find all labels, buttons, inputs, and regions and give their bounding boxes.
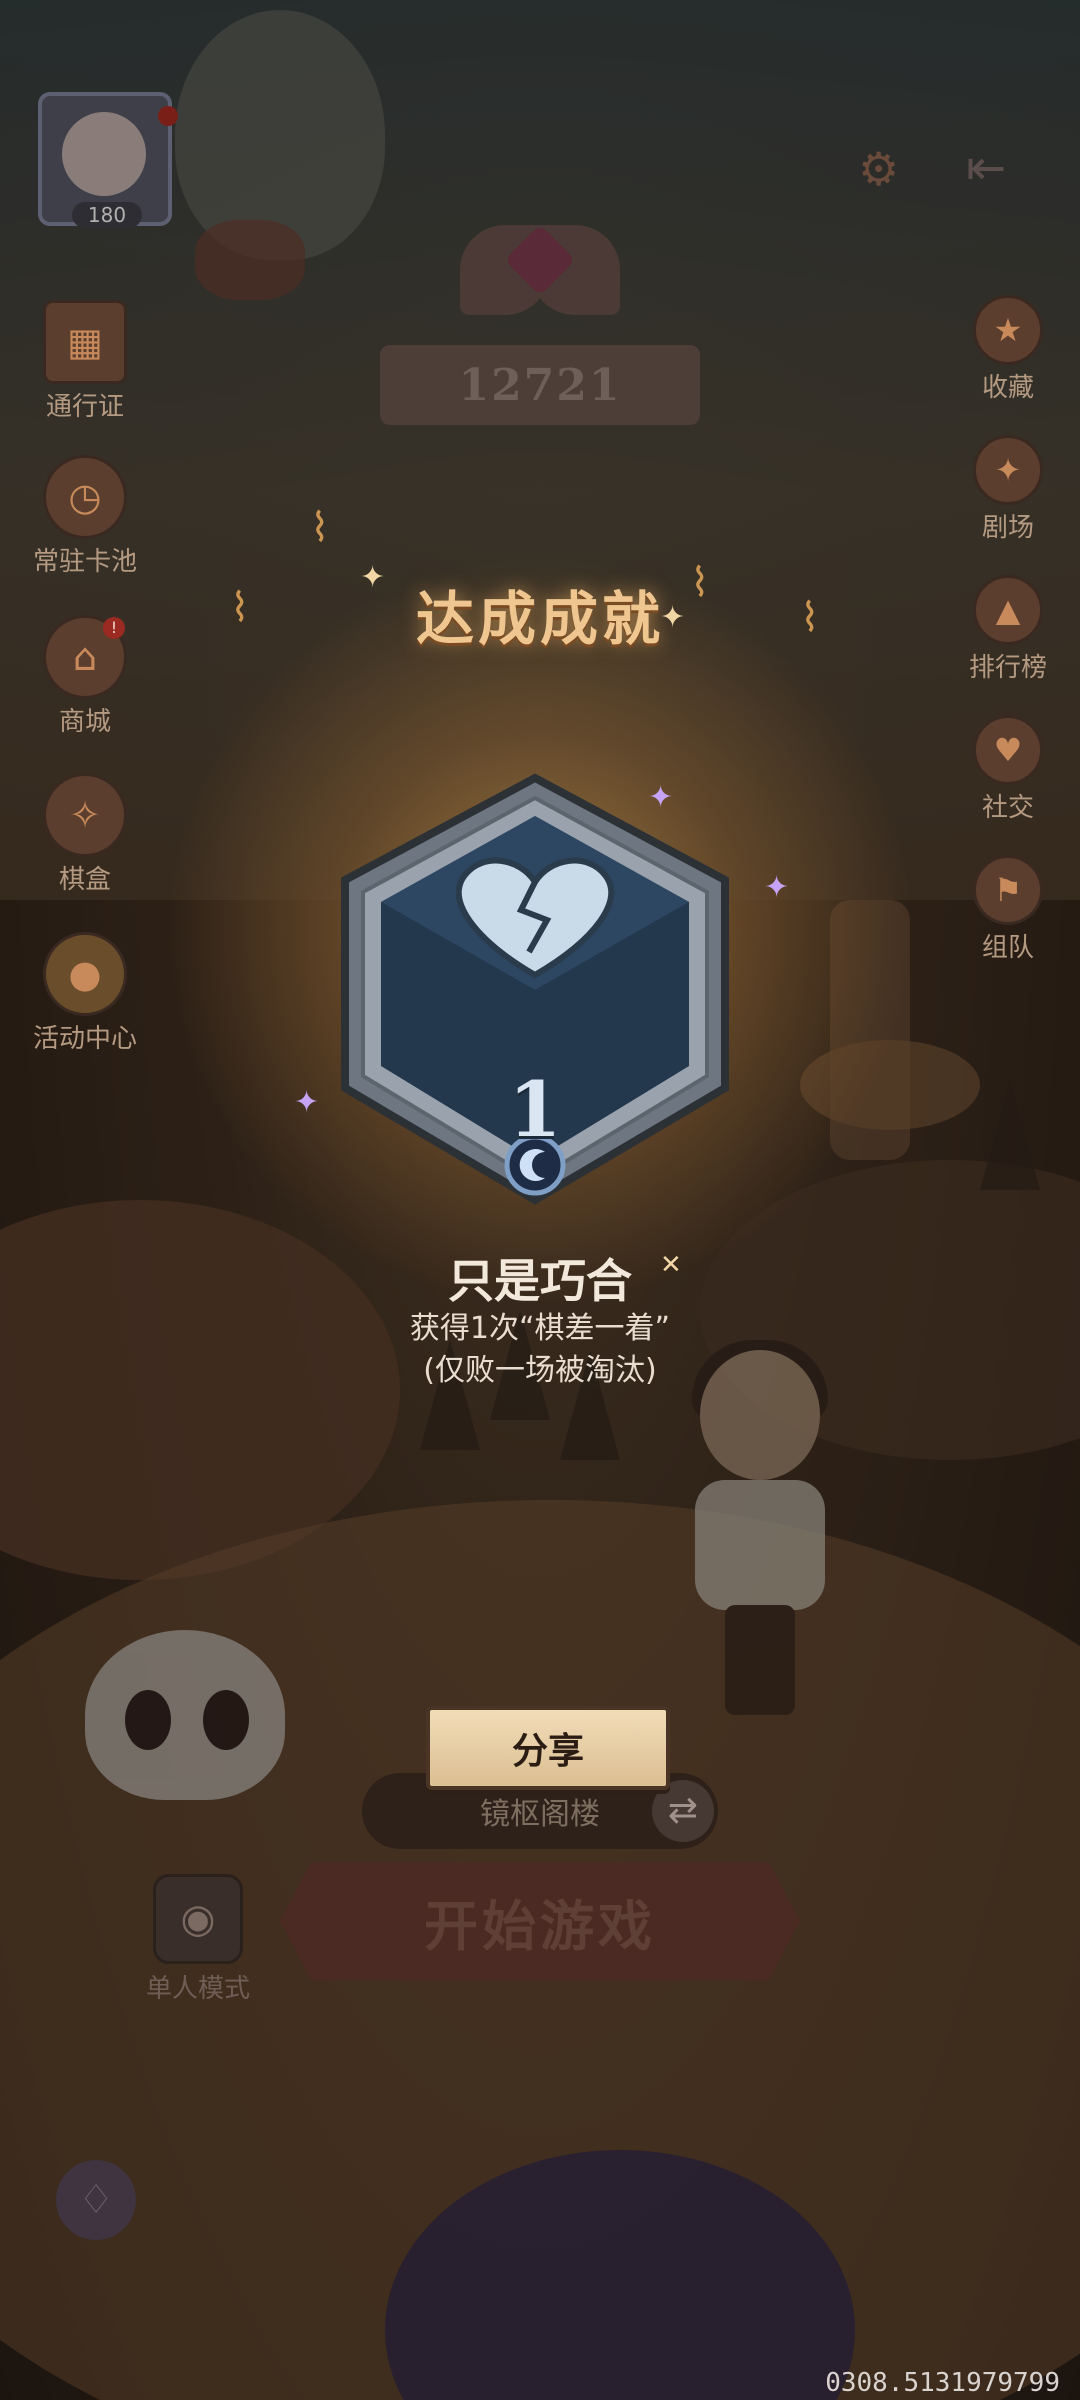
rank-score: 12721 [380,345,700,425]
sidebar-item-events[interactable]: ● 活动中心 [20,932,150,1055]
bat-decoration: ⌇ [310,505,330,551]
sidebar-item-social[interactable]: ♥ 社交 [944,715,1072,824]
emblem-icon[interactable]: ♢ [56,2160,136,2240]
start-game-button[interactable]: 开始游戏 [280,1862,800,1980]
gear-icon[interactable]: ⚙ [858,142,899,196]
sidebar-item-label: 组队 [981,933,1034,963]
player-avatar[interactable]: 180 [38,92,178,228]
exit-icon[interactable]: ⇤ [966,140,1006,196]
sidebar-item-label: 棋盒 [58,865,111,895]
notification-dot [158,106,178,126]
achievement-medal: 1 [325,770,745,1210]
star-icon: ★ [973,295,1043,365]
rank-emblem [460,205,620,345]
sidebar-item-label: 活动中心 [32,1024,137,1054]
sparkle: ✦ [294,1085,320,1120]
sidebar-item-team[interactable]: ⚑ 组队 [944,855,1072,964]
theater-icon: ✦ [973,435,1043,505]
sidebar-item-label: 剧场 [981,513,1034,543]
sidebar-item-label: 商城 [58,707,111,737]
sidebar-item-pass[interactable]: ▦ 通行证 [20,300,150,423]
balloon-icon: ● [43,932,127,1016]
achievement-heading: 达成成就 [415,585,664,653]
achievement-name: 只是巧合 [448,1254,632,1308]
share-button[interactable]: 分享 [426,1706,670,1790]
achievement-description: 获得1次“棋差一着” [409,1311,671,1346]
avatar-face [62,112,146,196]
team-icon: ⚑ [973,855,1043,925]
achievement-condition: (仅败一场被淘汰) [423,1353,657,1388]
social-icon: ♥ [973,715,1043,785]
player-level: 180 [72,202,142,228]
sidebar-item-chess-box[interactable]: ✧ 棋盒 [20,773,150,896]
sidebar-item-theater[interactable]: ✦ 剧场 [944,435,1072,544]
sidebar-item-label: 社交 [981,793,1034,823]
sparkle: ✦ [764,870,790,905]
pass-icon: ▦ [43,300,127,384]
sidebar-item-card-pool[interactable]: ◷ 常驻卡池 [20,455,150,578]
sidebar-item-collection[interactable]: ★ 收藏 [944,295,1072,404]
chess-box-icon: ✧ [43,773,127,857]
sidebar-item-label: 通行证 [45,392,124,422]
version-number: 0308.5131979799 [825,2368,1060,2398]
medal-number: 1 [508,1065,562,1154]
sidebar-item-label: 收藏 [981,373,1034,403]
clock-icon: ◷ [43,455,127,539]
solo-mode-label: 单人模式 [145,1974,250,2004]
solo-mode-button[interactable]: ◉ 单人模式 [138,1874,258,2005]
solo-mode-icon: ◉ [153,1874,243,1964]
